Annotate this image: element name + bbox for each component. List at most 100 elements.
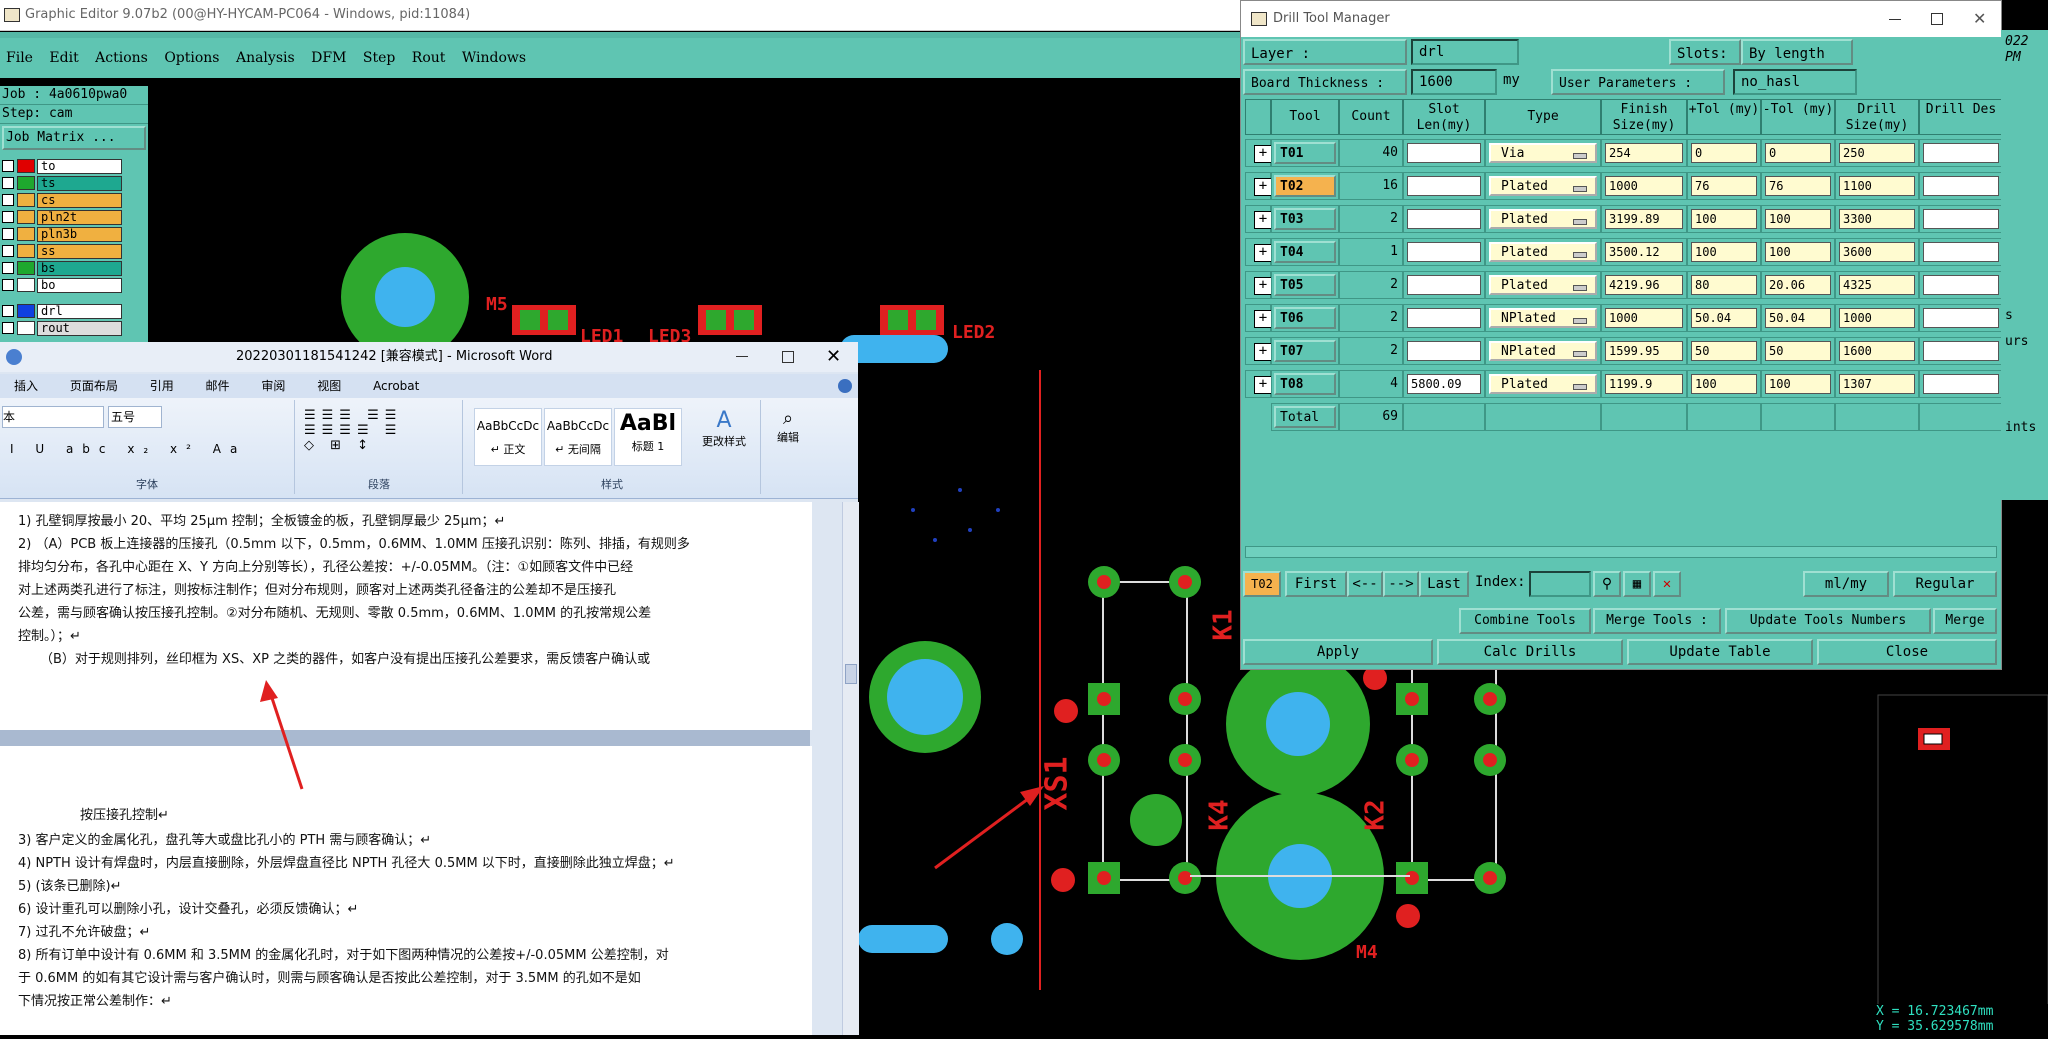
horizontal-scrollbar[interactable]: [1245, 546, 1997, 558]
ptol-input[interactable]: 0: [1691, 143, 1757, 163]
ptol-input[interactable]: 76: [1691, 176, 1757, 196]
document-area[interactable]: 1) 孔壁铜厚按最小 20、平均 25μm 控制；全板镀金的板，孔壁铜厚最少 2…: [0, 502, 812, 1035]
des-input[interactable]: [1923, 242, 1999, 262]
mtol-input[interactable]: 20.06: [1765, 275, 1831, 295]
drill-input[interactable]: 4325: [1839, 275, 1915, 295]
slot-input[interactable]: [1407, 275, 1481, 295]
drill-input[interactable]: 3600: [1839, 242, 1915, 262]
type-dropdown[interactable]: Plated: [1489, 275, 1597, 295]
index-field[interactable]: [1529, 571, 1591, 597]
des-input[interactable]: [1923, 341, 1999, 361]
finish-input[interactable]: 1199.9: [1605, 374, 1683, 394]
minimize-icon[interactable]: [736, 356, 748, 357]
tool-button[interactable]: T07: [1274, 340, 1336, 362]
mtol-input[interactable]: 100: [1765, 209, 1831, 229]
ptol-input[interactable]: 100: [1691, 374, 1757, 394]
drill-input[interactable]: 1307: [1839, 374, 1915, 394]
apply-button[interactable]: Apply: [1243, 639, 1433, 665]
board-thickness-field[interactable]: 1600: [1411, 69, 1497, 95]
merge-button[interactable]: Merge: [1933, 608, 1997, 634]
type-dropdown[interactable]: Plated: [1489, 242, 1597, 262]
vertical-scrollbar[interactable]: [842, 502, 859, 1035]
tool-button[interactable]: T06: [1274, 307, 1336, 329]
next-button[interactable]: -->: [1383, 571, 1419, 597]
finish-input[interactable]: 1599.95: [1605, 341, 1683, 361]
type-dropdown[interactable]: Via: [1489, 143, 1597, 163]
maximize-icon[interactable]: [782, 351, 794, 363]
finish-input[interactable]: 3500.12: [1605, 242, 1683, 262]
mtol-input[interactable]: 76: [1765, 176, 1831, 196]
des-input[interactable]: [1923, 176, 1999, 196]
update-table-button[interactable]: Update Table: [1627, 639, 1813, 665]
expand-row-icon[interactable]: +: [1254, 277, 1272, 295]
drill-input[interactable]: 3300: [1839, 209, 1915, 229]
ptol-input[interactable]: 80: [1691, 275, 1757, 295]
mtol-input[interactable]: 100: [1765, 242, 1831, 262]
combine-tools-button[interactable]: Combine Tools: [1459, 608, 1591, 634]
expand-row-icon[interactable]: +: [1254, 211, 1272, 229]
tool-button[interactable]: T08: [1274, 373, 1336, 395]
tab-mailings[interactable]: 邮件: [192, 374, 244, 398]
type-dropdown[interactable]: Plated: [1489, 176, 1597, 196]
grid-icon[interactable]: ▦: [1623, 571, 1651, 597]
word-quick-access-icon[interactable]: [6, 349, 22, 365]
type-dropdown[interactable]: Plated: [1489, 374, 1597, 394]
units-dropdown[interactable]: ml/my: [1803, 571, 1889, 597]
editing-button[interactable]: ⌕ 编辑: [770, 408, 806, 445]
font-size-select[interactable]: 五号: [108, 406, 162, 428]
tool-button[interactable]: T01: [1274, 142, 1336, 164]
expand-row-icon[interactable]: +: [1254, 145, 1272, 163]
des-input[interactable]: [1923, 143, 1999, 163]
mtol-input[interactable]: 100: [1765, 374, 1831, 394]
des-input[interactable]: [1923, 209, 1999, 229]
finish-input[interactable]: 254: [1605, 143, 1683, 163]
mtol-input[interactable]: 0: [1765, 143, 1831, 163]
tab-insert[interactable]: 插入: [0, 374, 52, 398]
drill-input[interactable]: 250: [1839, 143, 1915, 163]
user-parameters-field[interactable]: no_hasl: [1733, 69, 1857, 95]
delete-icon[interactable]: ✕: [1653, 571, 1681, 597]
slot-input[interactable]: [1407, 209, 1481, 229]
style-heading-1[interactable]: AaBl 标题 1: [614, 408, 682, 466]
change-styles-button[interactable]: A 更改样式: [696, 408, 752, 449]
ptol-input[interactable]: 50: [1691, 341, 1757, 361]
paragraph-buttons[interactable]: ☰☰☰ ☰☰ ☰☰☰☰ ☰ ◇ ⊞ ↕: [304, 408, 402, 453]
des-input[interactable]: [1923, 308, 1999, 328]
mode-dropdown[interactable]: Regular: [1893, 571, 1997, 597]
expand-row-icon[interactable]: +: [1254, 343, 1272, 361]
expand-row-icon[interactable]: +: [1254, 178, 1272, 196]
tool-button[interactable]: T02: [1274, 175, 1336, 197]
des-input[interactable]: [1923, 275, 1999, 295]
slots-dropdown[interactable]: By length: [1741, 39, 1853, 65]
help-icon[interactable]: [838, 379, 852, 393]
tab-layout[interactable]: 页面布局: [56, 374, 132, 398]
finish-input[interactable]: 4219.96: [1605, 275, 1683, 295]
scroll-thumb[interactable]: [845, 664, 857, 684]
tab-view[interactable]: 视图: [303, 374, 355, 398]
style-no-spacing[interactable]: AaBbCcDc ↵ 无间隔: [544, 408, 612, 466]
slot-input[interactable]: [1407, 341, 1481, 361]
expand-row-icon[interactable]: +: [1254, 310, 1272, 328]
ptol-input[interactable]: 50.04: [1691, 308, 1757, 328]
slot-input[interactable]: [1407, 242, 1481, 262]
close-button[interactable]: Close: [1817, 639, 1997, 665]
ptol-input[interactable]: 100: [1691, 242, 1757, 262]
type-dropdown[interactable]: NPlated: [1489, 341, 1597, 361]
first-button[interactable]: First: [1285, 571, 1347, 597]
tab-references[interactable]: 引用: [136, 374, 188, 398]
type-dropdown[interactable]: Plated: [1489, 209, 1597, 229]
calc-drills-button[interactable]: Calc Drills: [1437, 639, 1623, 665]
user-parameters-button[interactable]: User Parameters :: [1551, 69, 1725, 95]
expand-row-icon[interactable]: +: [1254, 244, 1272, 262]
expand-row-icon[interactable]: +: [1254, 376, 1272, 394]
layer-field[interactable]: drl: [1411, 39, 1519, 65]
slot-input[interactable]: [1407, 308, 1481, 328]
drill-input[interactable]: 1000: [1839, 308, 1915, 328]
update-tools-numbers-dropdown[interactable]: Update Tools Numbers: [1725, 608, 1931, 634]
close-icon[interactable]: ✕: [826, 342, 841, 372]
finish-input[interactable]: 3199.89: [1605, 209, 1683, 229]
dtm-close-icon[interactable]: ✕: [1973, 1, 1986, 37]
mtol-input[interactable]: 50: [1765, 341, 1831, 361]
find-icon[interactable]: ⚲: [1593, 571, 1621, 597]
type-dropdown[interactable]: NPlated: [1489, 308, 1597, 328]
